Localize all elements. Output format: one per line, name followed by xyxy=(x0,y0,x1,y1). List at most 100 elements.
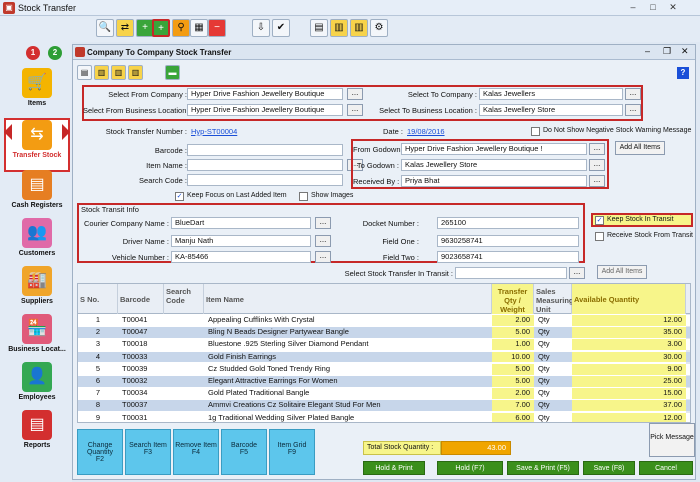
save-button[interactable]: Save (F8) xyxy=(583,461,635,475)
table-row[interactable]: 3 T00018 Bluestone .925 Sterling Silver Di… xyxy=(78,339,690,351)
sidebar-item-items[interactable]: 🛒 Items xyxy=(4,68,70,122)
item-name-input[interactable] xyxy=(187,159,343,171)
select-transit-field[interactable] xyxy=(455,267,567,279)
table-row[interactable]: 1 T00041 Appealing Cufflinks With Crystal 2… xyxy=(78,315,690,326)
header-barcode[interactable]: Barcode xyxy=(118,284,164,314)
date-link[interactable]: 19/08/2016 xyxy=(407,127,445,136)
form-restore-icon[interactable]: ❐ xyxy=(663,46,671,57)
table-row[interactable]: 8 T00037 Ammvi Creations Cz Solitaire Eleg… xyxy=(78,400,690,412)
table-row[interactable]: 7 T00034 Gold Plated Traditional Bangle 2.0… xyxy=(78,388,690,399)
remove-icon[interactable]: − xyxy=(208,19,226,37)
to-godown-field[interactable]: Kalas Jewellery Store xyxy=(401,159,587,171)
driver-browse-button[interactable]: ... xyxy=(315,235,331,247)
vehicle-browse-button[interactable]: ... xyxy=(315,251,331,263)
driver-field[interactable]: Manju Nath xyxy=(171,235,311,247)
form-close-icon[interactable]: ✕ xyxy=(681,46,689,57)
to-godown-browse-button[interactable]: ... xyxy=(589,159,605,171)
remove-item-button[interactable]: Remove Item F4 xyxy=(173,429,219,475)
show-images-label: Show Images xyxy=(311,192,354,199)
approve-icon[interactable]: ✔ xyxy=(272,19,290,37)
save-print-button[interactable]: Save & Print (F5) xyxy=(507,461,579,475)
minimize-icon[interactable]: – xyxy=(624,1,642,14)
form-column-icon[interactable]: ▥ xyxy=(94,65,109,80)
maximize-icon[interactable]: □ xyxy=(644,1,662,14)
table-row[interactable]: 9 T00031 1g Traditional Wedding Silver Pla… xyxy=(78,412,690,422)
to-company-browse-button[interactable]: ... xyxy=(625,88,641,100)
table-row[interactable]: 2 T00047 Bling N Beads Designer Partywear … xyxy=(78,327,690,338)
column-icon[interactable]: ▥ xyxy=(330,19,348,37)
form-grid-icon[interactable]: ▥ xyxy=(128,65,143,80)
find-icon[interactable]: ⚲ xyxy=(172,19,190,37)
field-two-input[interactable]: 9023658741 xyxy=(437,251,579,263)
sidebar-item-cash-registers[interactable]: ▤ Cash Registers xyxy=(4,170,70,224)
select-transit-browse-button[interactable]: ... xyxy=(569,267,585,279)
table-row[interactable]: 6 T00032 Elegant Attractive Earrings For W… xyxy=(78,376,690,387)
from-godown-browse-button[interactable]: ... xyxy=(589,143,605,155)
docket-field[interactable]: 265100 xyxy=(437,217,579,229)
header-item-name[interactable]: Item Name xyxy=(204,284,492,314)
item-grid-button[interactable]: Item Grid F9 xyxy=(269,429,315,475)
to-company-field[interactable]: Kalas Jewellers xyxy=(479,88,623,100)
form-layout-icon[interactable]: ▥ xyxy=(111,65,126,80)
search-icon[interactable]: 🔍 xyxy=(96,19,114,37)
export-icon[interactable]: ⇩ xyxy=(252,19,270,37)
field-one-input[interactable]: 9630258741 xyxy=(437,235,579,247)
close-icon[interactable]: ✕ xyxy=(664,1,682,14)
barcode-button[interactable]: Barcode F5 xyxy=(221,429,267,475)
cell-item-name: Ammvi Creations Cz Solitaire Elegant Stu… xyxy=(208,400,381,410)
header-sales-unit[interactable]: Sales Measuring Unit xyxy=(534,284,574,314)
search-code-input[interactable] xyxy=(187,174,343,186)
transfer-number-link[interactable]: Hyp-ST00004 xyxy=(191,127,237,136)
sidebar: 1 2 🛒 Items ⇆ Transfer Stock ▤ Cash Registe… xyxy=(0,42,72,482)
table-row[interactable]: 5 T00039 Cz Studded Gold Toned Trendy Ring… xyxy=(78,363,690,375)
header-sno[interactable]: S No. xyxy=(78,284,118,314)
help-icon[interactable]: ? xyxy=(677,67,689,79)
to-location-field[interactable]: Kalas Jewellery Store xyxy=(479,104,623,116)
keep-focus-checkbox[interactable]: ✓ xyxy=(175,192,184,201)
pick-message-button[interactable]: Pick Message xyxy=(649,423,695,457)
barcode-input[interactable] xyxy=(187,144,343,156)
sidebar-item-transfer-stock[interactable]: ⇆ Transfer Stock xyxy=(4,118,70,172)
add-all-items-transit-button[interactable]: Add All Items xyxy=(597,265,647,279)
show-images-checkbox[interactable] xyxy=(299,192,308,201)
header-search-code[interactable]: Search Code xyxy=(164,284,204,314)
from-company-field[interactable]: Hyper Drive Fashion Jewellery Boutique xyxy=(187,88,343,100)
form-print-icon[interactable]: ▤ xyxy=(77,65,92,80)
form-minimize-icon[interactable]: – xyxy=(645,46,650,56)
from-company-browse-button[interactable]: ... xyxy=(347,88,363,100)
settings-icon[interactable]: ⚙ xyxy=(370,19,388,37)
calculator-icon[interactable]: ▦ xyxy=(190,19,208,37)
layout-icon[interactable]: ▥ xyxy=(350,19,368,37)
from-location-browse-button[interactable]: ... xyxy=(347,104,363,116)
sidebar-item-customers[interactable]: 👥 Customers xyxy=(4,218,70,272)
hold-print-button[interactable]: Hold & Print xyxy=(363,461,425,475)
to-location-browse-button[interactable]: ... xyxy=(625,104,641,116)
cancel-button[interactable]: Cancel xyxy=(639,461,693,475)
received-by-browse-button[interactable]: ... xyxy=(589,175,605,187)
hold-button[interactable]: Hold (F7) xyxy=(437,461,503,475)
print-icon[interactable]: ▤ xyxy=(310,19,328,37)
add-all-items-button[interactable]: Add All Items xyxy=(615,141,665,155)
courier-field[interactable]: BlueDart xyxy=(171,217,311,229)
from-location-field[interactable]: Hyper Drive Fashion Jewellery Boutique xyxy=(187,104,343,116)
sidebar-item-employees[interactable]: 👤 Employees xyxy=(4,362,70,416)
no-negative-warning-checkbox[interactable] xyxy=(531,127,540,136)
sidebar-item-business-locations[interactable]: 🏪 Business Locat... xyxy=(4,314,70,368)
table-row[interactable]: 4 T00033 Gold Finish Earrings 10.00 Qty 30.00 xyxy=(78,351,690,363)
add-item-icon[interactable]: + xyxy=(152,19,170,37)
header-available-qty[interactable]: Available Quantity xyxy=(572,284,686,314)
change-quantity-button[interactable]: Change Quantity F2 xyxy=(77,429,123,475)
receive-transit-checkbox[interactable] xyxy=(595,232,604,241)
sidebar-item-reports[interactable]: ▤ Reports xyxy=(4,410,70,464)
from-godown-field[interactable]: Hyper Drive Fashion Jewellery Boutique ! xyxy=(401,143,587,155)
swap-icon[interactable]: ⇄ xyxy=(116,19,134,37)
courier-browse-button[interactable]: ... xyxy=(315,217,331,229)
search-item-button[interactable]: Search Item F3 xyxy=(125,429,171,475)
sidebar-item-suppliers[interactable]: 🏭 Suppliers xyxy=(4,266,70,320)
vehicle-field[interactable]: KA-85466 xyxy=(171,251,311,263)
header-transfer-qty[interactable]: Transfer Qty / Weight xyxy=(492,284,534,314)
keep-transit-checkbox[interactable]: ✓ xyxy=(595,216,604,225)
received-by-field[interactable]: Priya Bhat xyxy=(401,175,587,187)
form-sheet-icon[interactable]: ▬ xyxy=(165,65,180,80)
from-location-label: Select From Business Location : xyxy=(83,106,191,115)
